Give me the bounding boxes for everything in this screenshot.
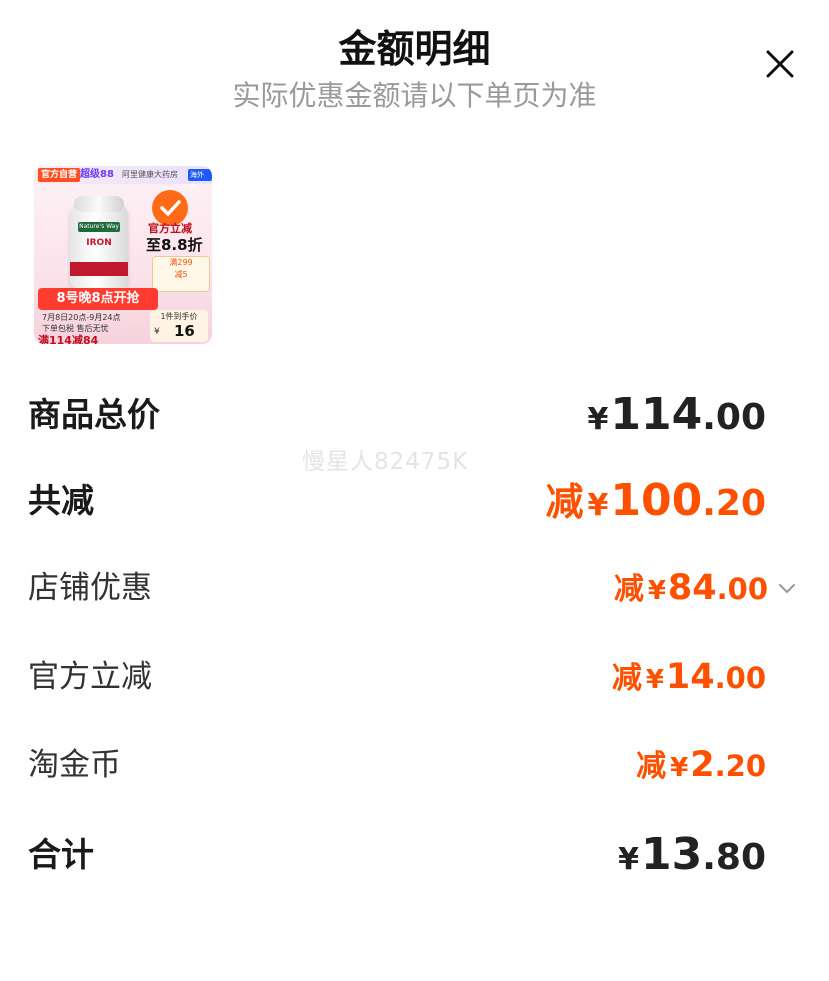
store-discount-prefix: 减	[613, 572, 644, 607]
sum-integer: 13	[640, 829, 703, 880]
product-bottle: Nature's Way IRON	[70, 196, 128, 290]
store-discount-amount: 减 ¥84.00	[614, 563, 768, 619]
coupon-tag: 满299 减5	[152, 256, 210, 292]
store-discount-integer: 84	[667, 568, 717, 608]
coins-label: 淘金币	[28, 747, 121, 783]
total-price-row: 商品总价 ¥114.00	[28, 390, 798, 440]
official-discount-row: 官方立减 减 ¥14.00	[28, 652, 798, 702]
thumb-top-bar: 官方自营 超级88 阿里健康大药房 海外店	[34, 166, 212, 191]
official-discount-integer: 14	[665, 657, 715, 697]
page-title: 金额明细	[338, 27, 491, 71]
super88-tag: 超级88	[80, 169, 114, 180]
thumb-price-currency: ¥	[154, 327, 160, 337]
total-price-decimal: .00	[702, 397, 766, 438]
coupon-line2: 减5	[174, 270, 188, 279]
thumb-price-value: 16	[174, 322, 195, 340]
discount-total-integer: 100	[610, 475, 703, 526]
store-name-tag: 阿里健康大药房	[122, 170, 178, 179]
store-discount-label: 店铺优惠	[28, 570, 152, 606]
product-brand: Nature's Way	[78, 222, 120, 232]
chevron-down-icon	[779, 584, 795, 593]
coins-decimal: .20	[714, 749, 766, 783]
discount-total-currency: ¥	[587, 488, 609, 523]
self-operated-tag: 官方自营	[38, 168, 81, 182]
coins-integer: 2	[690, 745, 715, 785]
total-price-label: 商品总价	[28, 395, 160, 434]
product-name: IRON	[86, 238, 112, 248]
promo-banner: 8号晚8点开抢	[38, 288, 158, 310]
expand-button[interactable]	[776, 577, 798, 599]
bottle-band	[70, 262, 128, 276]
coins-row: 淘金币 减 ¥2.20	[28, 740, 798, 790]
coins-currency: ¥	[670, 753, 689, 783]
thumb-price-box: 1件到手价 ¥ 16	[150, 310, 208, 342]
close-button[interactable]	[760, 44, 800, 84]
discount-total-amount: 减 ¥100.20	[545, 476, 766, 535]
total-price-integer: 114	[610, 389, 703, 440]
discount-total-row: 共减 减 ¥100.20	[28, 476, 798, 526]
store-discount-currency: ¥	[647, 576, 666, 606]
close-icon	[766, 50, 794, 78]
official-discount-currency: ¥	[645, 665, 664, 695]
offer-line2: 至8.8折	[146, 236, 203, 254]
coins-amount: 减 ¥2.20	[636, 740, 766, 796]
offer-badge: 官方立减 至8.8折	[146, 190, 208, 254]
sum-row: 合计 ¥13.80	[28, 830, 798, 880]
sum-amount: ¥13.80	[618, 830, 766, 889]
discount-total-label: 共减	[28, 481, 94, 520]
sum-decimal: .80	[702, 837, 766, 878]
bottle-cap	[74, 196, 124, 212]
overseas-tag: 海外店	[188, 169, 212, 191]
sum-label: 合计	[28, 835, 94, 874]
discount-total-prefix: 减	[545, 480, 584, 524]
discount-total-decimal: .20	[702, 483, 766, 524]
official-discount-prefix: 减	[611, 661, 642, 696]
thumb-price-label: 1件到手价	[160, 312, 198, 321]
coupon-line1: 满299	[169, 258, 193, 267]
official-discount-amount: 减 ¥14.00	[612, 652, 766, 708]
store-discount-decimal: .00	[716, 572, 768, 606]
total-price-currency: ¥	[587, 402, 609, 437]
official-discount-label: 官方立减	[28, 659, 152, 695]
sum-currency: ¥	[618, 842, 639, 877]
coins-prefix: 减	[636, 749, 667, 784]
promo-dates: 7月8日20点-9月24点	[42, 313, 121, 322]
watermark: 慢星人82475K	[302, 449, 469, 475]
product-image[interactable]: 官方自营 超级88 阿里健康大药房 海外店 Nature's Way IRON …	[34, 166, 212, 344]
total-price-amount: ¥114.00	[587, 390, 766, 449]
page-subtitle: 实际优惠金额请以下单页为准	[232, 79, 597, 112]
promo-deal: 满114减84	[38, 334, 99, 344]
official-discount-decimal: .00	[714, 661, 766, 695]
store-discount-row[interactable]: 店铺优惠 减 ¥84.00	[28, 563, 798, 613]
